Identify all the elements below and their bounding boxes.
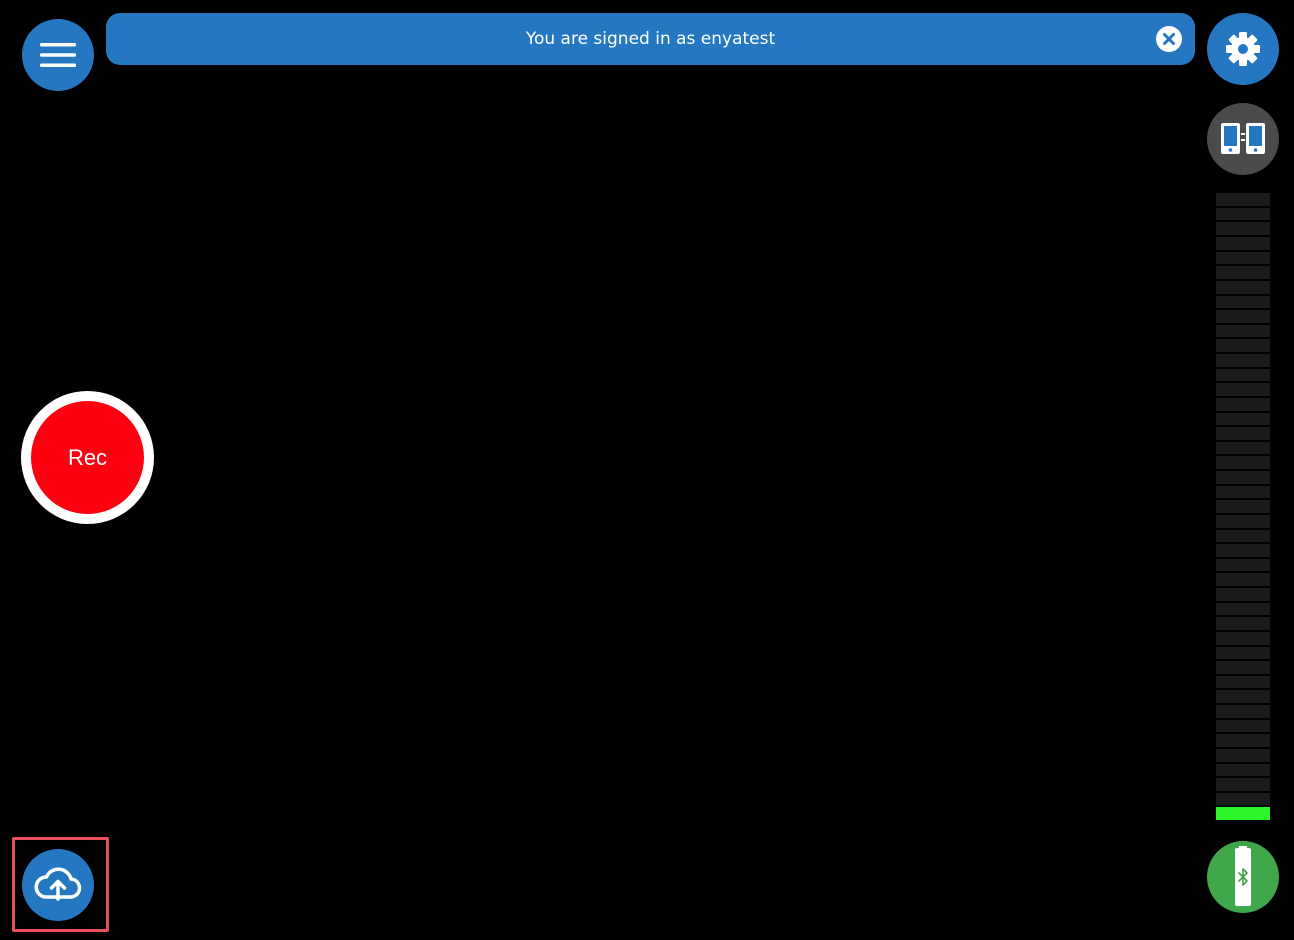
level-segment [1216,529,1270,543]
level-segment [1216,193,1270,206]
camera-screen: You are signed in as enyatest Rec [0,0,1294,940]
dual-device-icon [1221,123,1265,154]
level-segment [1216,514,1270,528]
level-segment [1216,748,1270,762]
level-segment [1216,705,1270,718]
level-segment [1216,719,1270,733]
level-segment [1216,280,1270,294]
banner-close-button[interactable] [1156,26,1182,52]
level-segment [1216,675,1270,689]
banner-message: You are signed in as enyatest [525,29,776,49]
level-segment [1216,778,1270,791]
level-segment [1216,339,1270,352]
level-segment [1216,324,1270,338]
bluetooth-device-button[interactable] [1207,841,1279,913]
level-segment [1216,427,1270,440]
level-segment [1216,207,1270,221]
level-segment [1216,631,1270,645]
level-segment [1216,383,1270,396]
upload-button[interactable] [22,849,94,921]
audio-level-meter [1216,193,1270,820]
record-label: Rec [67,444,108,470]
cloud-upload-icon [34,867,82,901]
level-segment [1216,763,1270,777]
hamburger-menu-icon [40,43,76,67]
level-segment [1216,354,1270,367]
level-segment [1216,471,1270,484]
level-segment [1216,397,1270,411]
level-segment [1216,617,1270,630]
level-segment [1216,237,1270,250]
menu-button[interactable] [22,19,94,91]
level-segment [1216,661,1270,674]
level-segment [1216,222,1270,235]
devices-button[interactable] [1207,103,1279,175]
signed-in-banner: You are signed in as enyatest [106,13,1195,65]
level-segment-active [1216,807,1270,820]
level-segment [1216,573,1270,586]
level-segment [1216,558,1270,572]
level-segment [1216,251,1270,265]
level-segment [1216,441,1270,455]
level-segment [1216,792,1270,806]
gear-icon [1226,32,1260,66]
level-segment [1216,310,1270,323]
level-segment [1216,368,1270,382]
level-segment [1216,266,1270,279]
bluetooth-battery-icon [1235,846,1251,906]
record-button-inner: Rec [31,401,144,514]
level-segment [1216,456,1270,469]
level-segment [1216,500,1270,513]
level-segment [1216,588,1270,601]
level-segment [1216,734,1270,747]
level-segment [1216,544,1270,557]
level-segment [1216,485,1270,499]
settings-button[interactable] [1207,13,1279,85]
level-segment [1216,646,1270,660]
level-segment [1216,690,1270,703]
record-button[interactable]: Rec [21,391,154,524]
level-segment [1216,295,1270,309]
level-segment [1216,602,1270,616]
level-segment [1216,412,1270,426]
close-icon [1163,33,1175,45]
